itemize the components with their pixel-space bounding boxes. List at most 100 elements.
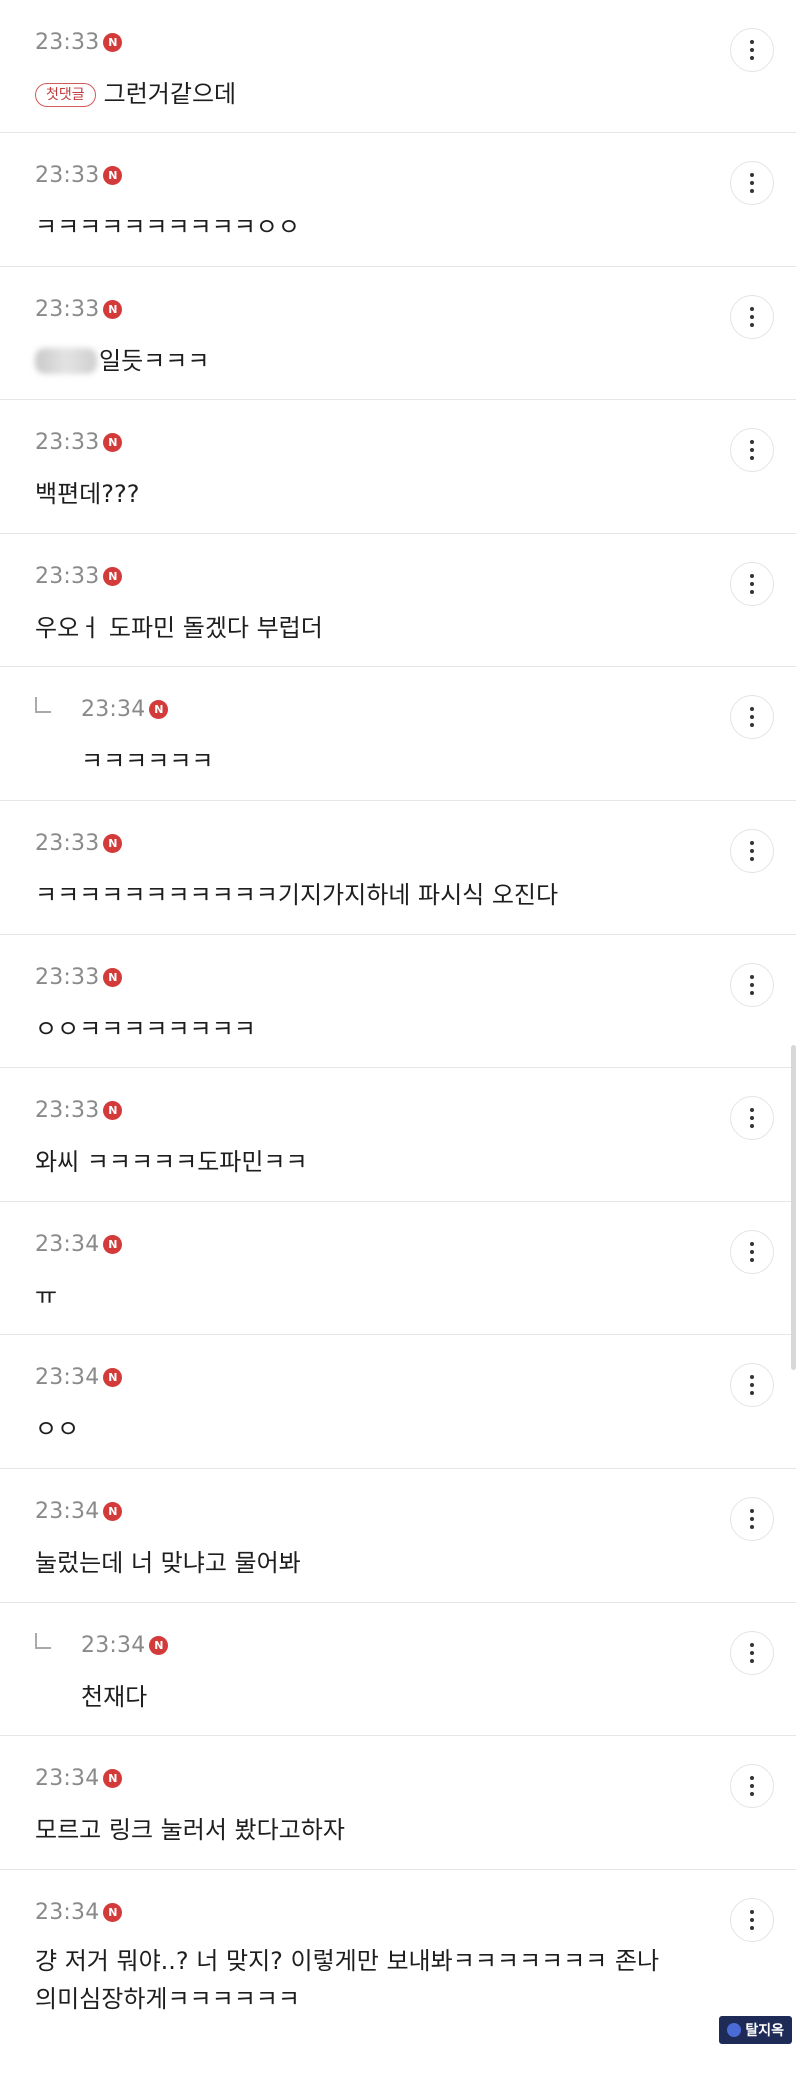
comment-text: 일듯ㅋㅋㅋ [99, 346, 210, 375]
comment-body: 우오ㅓ 도파민 돌겠다 부럽더 [35, 610, 706, 647]
comment-item: 23:33 N ㅋㅋㅋㅋㅋㅋㅋㅋㅋㅋㅇㅇ [0, 133, 796, 267]
more-vertical-icon [750, 38, 754, 62]
comment-time: 23:33 [35, 830, 100, 856]
more-options-button[interactable] [730, 1229, 774, 1274]
scrollbar[interactable] [791, 1045, 796, 1370]
new-badge-icon: N [103, 1101, 123, 1121]
comment-meta: 23:34 N [35, 1766, 123, 1792]
comment-meta: 23:33 N [35, 296, 123, 322]
more-vertical-icon [750, 1774, 754, 1798]
comment-time: 23:33 [35, 563, 100, 589]
comment-meta: 23:33 N [35, 163, 123, 188]
new-badge-icon: N [103, 433, 123, 453]
new-badge-icon: N [103, 299, 123, 319]
comment-meta: 23:34 N [81, 697, 169, 723]
comment-time: 23:34 [35, 1365, 100, 1391]
more-vertical-icon [750, 1507, 754, 1531]
new-badge-icon: N [103, 967, 123, 987]
new-badge-icon: N [103, 1234, 123, 1254]
comment-time: 23:33 [35, 1098, 100, 1124]
comment-item: 23:33 N 첫댓글 그런거같으데 [0, 0, 796, 133]
comment-meta: 23:33 N [35, 1098, 123, 1124]
more-options-button[interactable] [730, 561, 774, 606]
comment-meta: 23:34 N [35, 1365, 123, 1391]
more-options-button[interactable] [730, 695, 774, 740]
more-options-button[interactable] [730, 28, 774, 72]
comment-text: 천재다 [81, 1682, 148, 1711]
new-badge-icon: N [103, 566, 123, 586]
comment-item: 23:34 N 눌렀는데 너 맞냐고 물어봐 [0, 1469, 796, 1603]
comment-meta: 23:33 N [35, 563, 123, 589]
comment-time: 23:34 [35, 1498, 100, 1524]
comment-meta: 23:33 N [35, 30, 123, 55]
more-options-button[interactable] [730, 1496, 774, 1541]
comment-body: ㅠ [35, 1278, 706, 1315]
comment-item: 23:34 N ㅠ [0, 1202, 796, 1336]
comment-meta: 23:34 N [35, 1231, 123, 1257]
comment-body: 천재다 [81, 1679, 706, 1716]
comment-item: 23:33 N ㅇㅇㅋㅋㅋㅋㅋㅋㅋㅋ [0, 935, 796, 1069]
more-options-button[interactable] [730, 828, 774, 873]
new-badge-icon: N [103, 1368, 123, 1388]
new-badge-icon: N [103, 33, 123, 52]
reply-item: 23:34 N 천재다 [0, 1603, 796, 1737]
comment-item: 23:33 N 와씨 ㅋㅋㅋㅋㅋ도파민ㅋㅋ [0, 1068, 796, 1202]
comment-body: 첫댓글 그런거같으데 [35, 76, 706, 113]
comment-time: 23:33 [35, 964, 100, 990]
comment-time: 23:34 [35, 1231, 100, 1257]
comment-body: ㅋㅋㅋㅋㅋㅋㅋㅋㅋㅋㅇㅇ [35, 209, 706, 246]
comment-body: ㅋㅋㅋㅋㅋㅋㅋㅋㅋㅋㅋ기지가지하네 파시식 오진다 [35, 877, 706, 914]
comment-item: 23:34 N 걍 저거 뭐야..? 너 맞지? 이렇게만 보내봐ㅋㅋㅋㅋㅋㅋㅋ… [0, 1870, 796, 2092]
more-vertical-icon [750, 1908, 754, 1932]
more-options-button[interactable] [730, 1630, 774, 1675]
comment-item: 23:34 N 모르고 링크 눌러서 봤다고하자 [0, 1736, 796, 1870]
more-options-button[interactable] [730, 294, 774, 339]
comment-text: ㅋㅋㅋㅋㅋㅋ [81, 747, 214, 776]
more-vertical-icon [750, 572, 754, 596]
comment-time: 23:34 [81, 697, 146, 723]
comment-time: 23:34 [35, 1766, 100, 1792]
comment-text: 그런거같으데 [103, 80, 237, 108]
more-options-button[interactable] [730, 161, 774, 205]
comment-text: ㅠ [35, 1281, 58, 1310]
new-badge-icon: N [103, 1769, 123, 1789]
comment-text: 우오ㅓ 도파민 돌겠다 부럽더 [35, 613, 323, 642]
more-options-button[interactable] [730, 962, 774, 1007]
logo-icon [727, 2023, 742, 2037]
more-options-button[interactable] [730, 1363, 774, 1408]
comment-text: 백편데??? [35, 480, 140, 509]
comment-item: 23:33 N 일듯ㅋㅋㅋ [0, 267, 796, 401]
new-badge-icon: N [103, 1902, 123, 1922]
comment-text: 눌렀는데 너 맞냐고 물어봐 [35, 1548, 301, 1577]
more-vertical-icon [750, 973, 754, 997]
reply-arrow-icon [35, 1632, 51, 1649]
comment-time: 23:33 [35, 163, 100, 188]
redacted-text [35, 348, 97, 375]
comment-body: 모르고 링크 눌러서 봤다고하자 [35, 1812, 706, 1849]
comment-item: 23:33 N 백편데??? [0, 400, 796, 534]
comment-body: 눌렀는데 너 맞냐고 물어봐 [35, 1545, 706, 1582]
more-options-button[interactable] [730, 1764, 774, 1809]
comment-meta: 23:33 N [35, 830, 123, 856]
comment-meta: 23:33 N [35, 964, 123, 990]
comment-meta: 23:33 N [35, 430, 123, 455]
more-options-button[interactable] [730, 1096, 774, 1141]
reply-item: 23:34 N ㅋㅋㅋㅋㅋㅋ [0, 667, 796, 801]
more-vertical-icon [750, 438, 754, 462]
comment-time: 23:34 [81, 1632, 146, 1658]
comment-time: 23:33 [35, 30, 100, 55]
more-vertical-icon [750, 171, 754, 195]
comment-body: 와씨 ㅋㅋㅋㅋㅋ도파민ㅋㅋ [35, 1144, 706, 1181]
more-vertical-icon [750, 1240, 754, 1264]
comment-time: 23:33 [35, 296, 100, 322]
comment-time: 23:34 [35, 1899, 100, 1925]
comment-item: 23:33 N 우오ㅓ 도파민 돌겠다 부럽더 [0, 534, 796, 668]
more-options-button[interactable] [730, 1897, 774, 1942]
reply-arrow-icon [35, 697, 51, 714]
comment-meta: 23:34 N [81, 1632, 169, 1658]
comment-body: ㅇㅇ [35, 1411, 706, 1448]
comment-text: 모르고 링크 눌러서 봤다고하자 [35, 1816, 345, 1845]
comment-text: ㅇㅇㅋㅋㅋㅋㅋㅋㅋㅋ [35, 1014, 256, 1043]
more-options-button[interactable] [730, 428, 774, 473]
more-vertical-icon [750, 839, 754, 863]
